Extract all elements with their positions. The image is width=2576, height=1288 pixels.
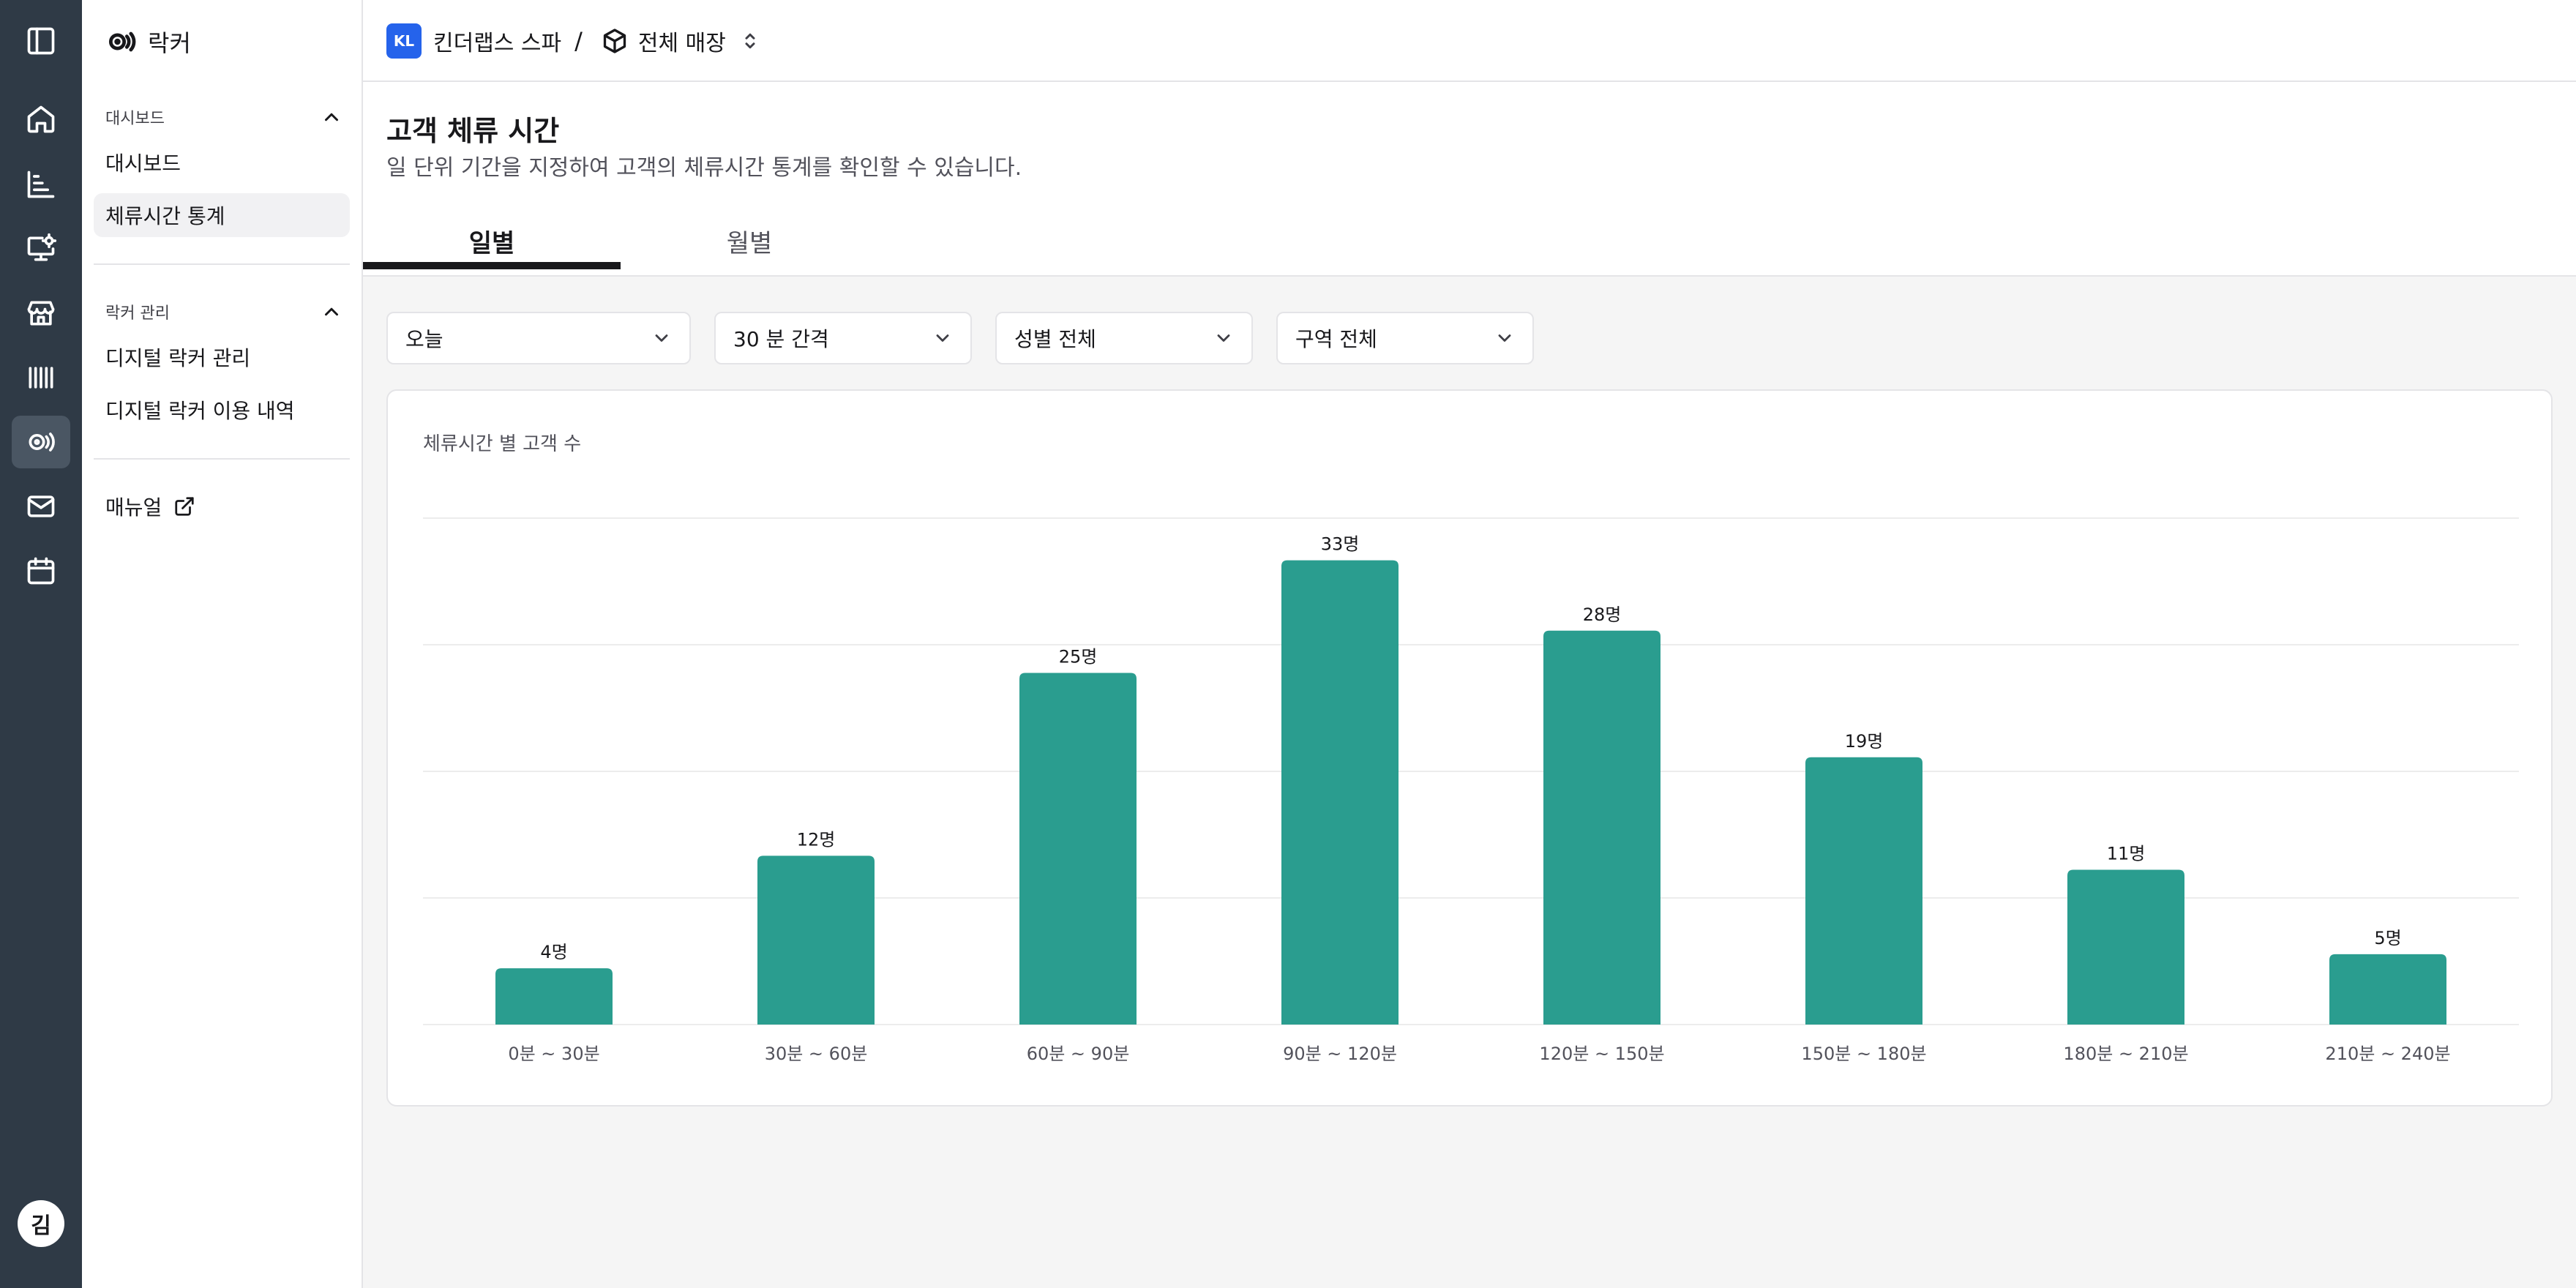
- stay-time-bar-chart: 4명 0분 ~ 30분 12명 30분 ~ 60분 25명 60분 ~ 90분 33명 90분…: [423, 517, 2519, 1064]
- chart-bar[interactable]: [1543, 630, 1660, 1025]
- breadcrumb: KL 킨더랩스 스파 / 전체 매장: [386, 23, 761, 59]
- bar-value-label: 11명: [2107, 844, 2146, 864]
- org-badge: KL: [386, 23, 422, 59]
- x-tick-label: 150분 ~ 180분: [1801, 1044, 1926, 1064]
- x-tick-label: 180분 ~ 210분: [2063, 1044, 2188, 1064]
- sidebar-item-digital-locker-history[interactable]: 디지털 락커 이용 내역: [94, 388, 350, 432]
- chevron-up-down-icon[interactable]: [739, 30, 761, 52]
- chevron-up-icon: [325, 113, 338, 121]
- mail-icon[interactable]: [12, 480, 70, 533]
- active-tab-indicator: [363, 262, 621, 269]
- nav-group-locker-header[interactable]: 락커 관리: [105, 300, 342, 323]
- nav-group-dashboard-header[interactable]: 대시보드: [105, 105, 342, 129]
- store-cube-icon: [603, 29, 626, 53]
- bar-value-label: 33명: [1321, 534, 1360, 555]
- page-title: 고객 체류 시간: [386, 115, 560, 147]
- sidebar-item-label: 디지털 락커 이용 내역: [105, 399, 295, 423]
- sidebar-item-label: 체류시간 통계: [105, 204, 225, 228]
- chevron-down-icon: [655, 334, 668, 342]
- barcode-icon[interactable]: [12, 351, 70, 404]
- gender-select[interactable]: 성별 전체: [995, 312, 1253, 364]
- chevron-down-icon: [1498, 334, 1511, 342]
- sidebar-item-label: 대시보드: [105, 151, 181, 176]
- bar-value-label: 5명: [2374, 928, 2401, 948]
- x-tick-label: 210분 ~ 240분: [2325, 1044, 2450, 1064]
- nav-group-locker-label: 락커 관리: [105, 304, 170, 323]
- period-select-value: 오늘: [405, 327, 443, 351]
- nav-divider: [94, 458, 350, 460]
- chart-bar[interactable]: [1281, 560, 1399, 1025]
- bar-value-label: 19명: [1845, 731, 1884, 752]
- sidebar-item-dashboard[interactable]: 대시보드: [94, 141, 350, 184]
- calendar-icon[interactable]: [12, 544, 70, 597]
- main-content: KL 킨더랩스 스파 / 전체 매장 고객 체류 시간 일 단위 기간을 지정하…: [363, 0, 2576, 1288]
- page-header: 고객 체류 시간 일 단위 기간을 지정하여 고객의 체류시간 통계를 확인할 …: [363, 82, 2576, 277]
- nav-divider: [94, 263, 350, 265]
- breadcrumb-separator: /: [574, 27, 583, 55]
- sidebar-item-label: 디지털 락커 관리: [105, 346, 251, 370]
- side-navigation: 락커 대시보드 대시보드 체류시간 통계 락커 관리 디지털 락커 관리 디지털…: [82, 0, 363, 1288]
- page-description: 일 단위 기간을 지정하여 고객의 체류시간 통계를 확인할 수 있습니다.: [386, 155, 1022, 181]
- app-name: 락커: [148, 29, 191, 57]
- user-avatar[interactable]: 김: [18, 1200, 64, 1247]
- zone-select[interactable]: 구역 전체: [1276, 312, 1534, 364]
- locker-logo-icon: [108, 31, 136, 52]
- chart-bar[interactable]: [2329, 954, 2446, 1025]
- chart-icon[interactable]: [12, 158, 70, 211]
- chart-bar[interactable]: [1019, 673, 1137, 1025]
- nav-group-dashboard-label: 대시보드: [105, 110, 165, 128]
- home-icon[interactable]: [12, 93, 70, 146]
- stay-time-chart-card: 체류시간 별 고객 수 4명 0분 ~ 30분 12명 30분 ~ 60분 25명 60분…: [386, 389, 2553, 1107]
- chart-bar[interactable]: [2067, 869, 2184, 1025]
- chart-bar[interactable]: [1805, 757, 1922, 1025]
- bar-value-label: 28명: [1583, 604, 1622, 625]
- sidebar-item-label: 매뉴얼: [105, 495, 162, 520]
- locker-icon[interactable]: [12, 416, 70, 468]
- x-tick-label: 0분 ~ 30분: [508, 1044, 599, 1064]
- external-link-icon: [175, 497, 194, 516]
- store-selector[interactable]: 전체 매장: [638, 25, 726, 57]
- sidebar-item-digital-locker-management[interactable]: 디지털 락커 관리: [94, 335, 350, 379]
- top-bar: KL 킨더랩스 스파 / 전체 매장: [363, 0, 2576, 82]
- x-tick-label: 120분 ~ 150분: [1539, 1044, 1664, 1064]
- period-select[interactable]: 오늘: [386, 312, 691, 364]
- monitor-settings-icon[interactable]: [12, 222, 70, 275]
- chart-bar[interactable]: [495, 968, 613, 1025]
- sidebar-item-stay-time-stats[interactable]: 체류시간 통계: [94, 193, 350, 237]
- chevron-down-icon: [1217, 334, 1230, 342]
- bar-value-label: 12명: [797, 829, 836, 850]
- store-icon[interactable]: [12, 287, 70, 340]
- interval-select[interactable]: 30 분 간격: [714, 312, 972, 364]
- app-brand: 락커: [105, 25, 191, 59]
- x-tick-label: 90분 ~ 120분: [1283, 1044, 1397, 1064]
- bar-value-label: 25명: [1059, 646, 1098, 667]
- tab-monthly[interactable]: 월별: [621, 205, 878, 277]
- org-name[interactable]: 킨더랩스 스파: [433, 25, 561, 57]
- bar-value-label: 4명: [540, 942, 567, 962]
- chevron-down-icon: [936, 334, 949, 342]
- interval-select-value: 30 분 간격: [733, 327, 829, 351]
- x-tick-label: 60분 ~ 90분: [1027, 1044, 1130, 1064]
- gender-select-value: 성별 전체: [1014, 327, 1096, 351]
- x-tick-label: 30분 ~ 60분: [765, 1044, 868, 1064]
- sidebar-item-manual[interactable]: 매뉴얼: [94, 484, 350, 528]
- icon-rail: 김: [0, 0, 82, 1288]
- zone-select-value: 구역 전체: [1295, 327, 1377, 351]
- chevron-up-icon: [325, 307, 338, 316]
- chart-bar[interactable]: [757, 855, 875, 1025]
- sidebar-toggle-icon[interactable]: [12, 15, 70, 67]
